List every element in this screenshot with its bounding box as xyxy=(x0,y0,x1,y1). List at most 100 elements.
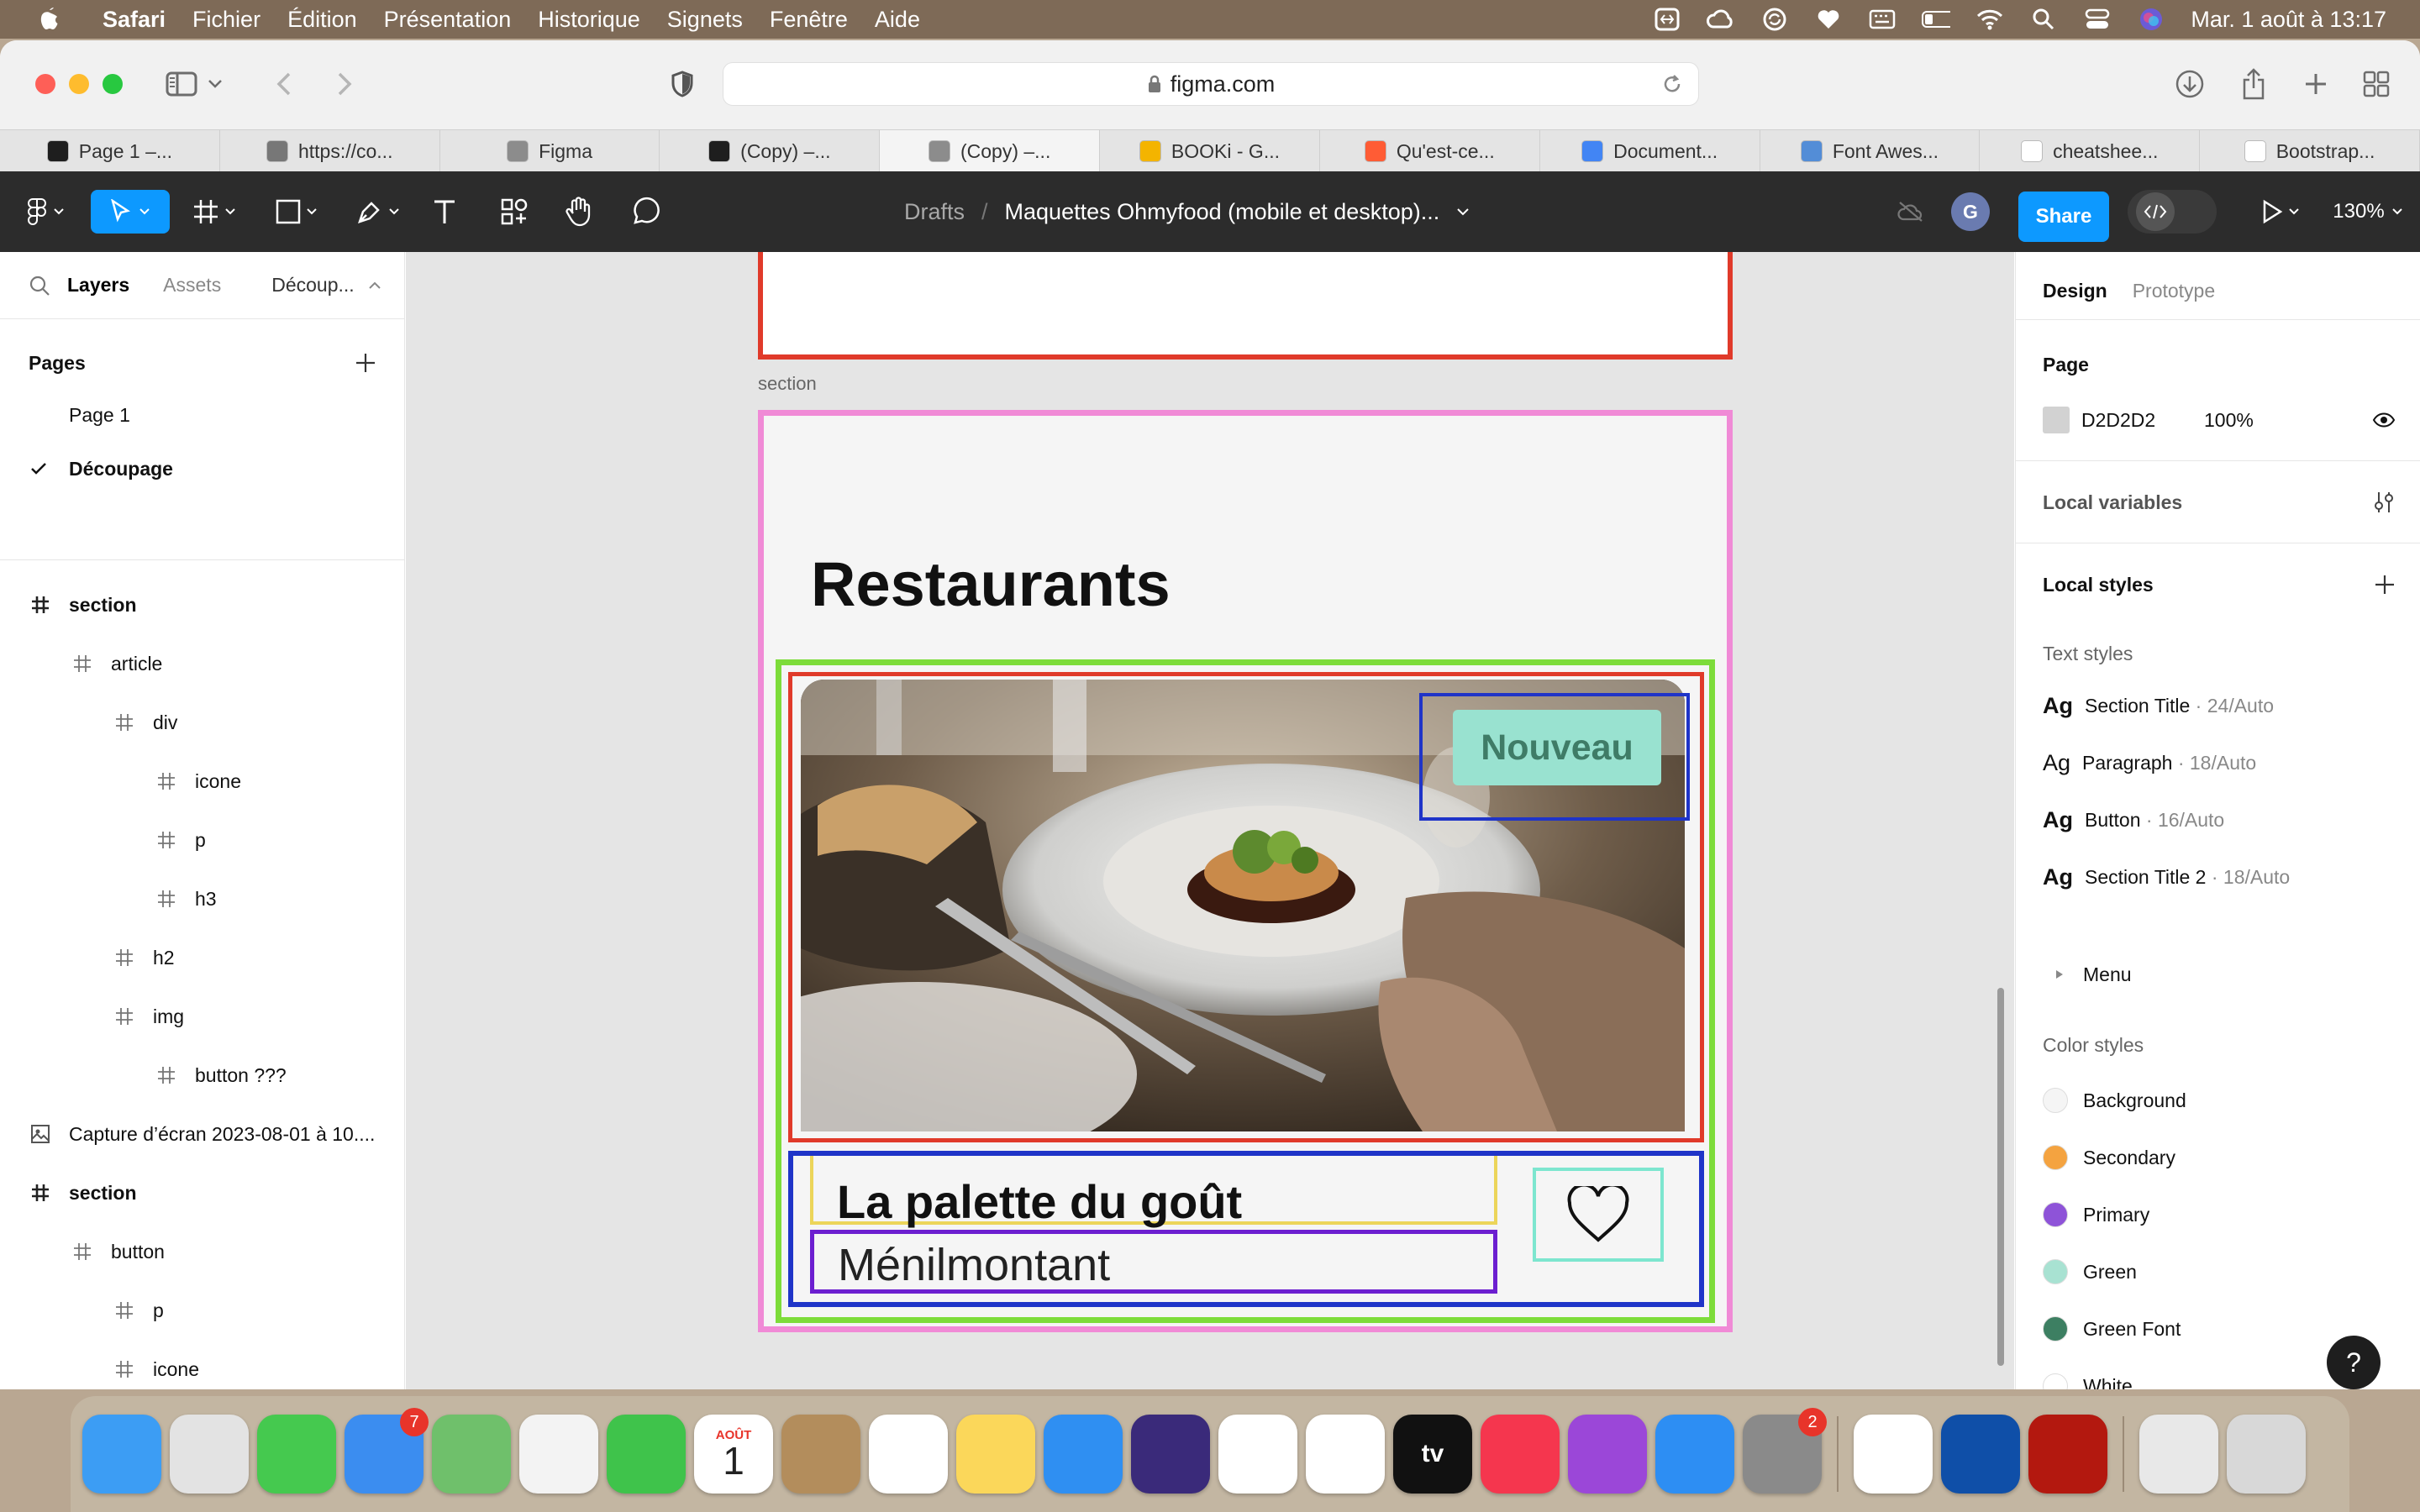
layer-row[interactable]: button ??? xyxy=(0,1048,405,1102)
chevron-up-icon[interactable] xyxy=(368,281,381,290)
frame-tool[interactable] xyxy=(183,190,245,234)
menu-style-group[interactable]: Menu xyxy=(2043,958,2396,991)
menu-fenetre[interactable]: Fenêtre xyxy=(756,7,861,33)
vs-code-app-icon[interactable] xyxy=(1306,1415,1385,1494)
apple-menu-icon[interactable] xyxy=(30,0,69,39)
heart-outline-icon[interactable] xyxy=(1566,1186,1630,1243)
breadcrumb-drafts[interactable]: Drafts xyxy=(904,199,965,225)
comment-tool[interactable] xyxy=(627,190,666,234)
browser-tab[interactable]: cheatshee... xyxy=(1980,130,2201,172)
apple-tv-app-icon[interactable]: tv xyxy=(1393,1415,1472,1494)
color-style-row[interactable]: Secondary xyxy=(2043,1141,2396,1174)
page-background-row[interactable]: D2D2D2 100% xyxy=(2043,403,2396,437)
shape-tool[interactable] xyxy=(267,190,326,234)
browser-tab[interactable]: Figma xyxy=(440,130,660,172)
share-button[interactable]: Share xyxy=(2018,192,2109,242)
variables-sliders-icon[interactable] xyxy=(2372,491,2396,514)
browser-tab[interactable]: Bootstrap... xyxy=(2200,130,2420,172)
photos-app-icon[interactable] xyxy=(519,1415,598,1494)
messages-app-icon[interactable] xyxy=(257,1415,336,1494)
sidebar-toggle-icon[interactable] xyxy=(165,66,224,102)
menu-aide[interactable]: Aide xyxy=(861,7,934,33)
sync-icon[interactable] xyxy=(1760,7,1789,32)
restaurant-name[interactable]: La palette du goût xyxy=(837,1174,1242,1229)
resources-tool[interactable] xyxy=(496,190,533,234)
layer-row[interactable]: icone xyxy=(0,1342,405,1389)
forward-arrow-icon[interactable] xyxy=(329,66,360,102)
mail-app-icon[interactable]: 7 xyxy=(345,1408,429,1494)
zoom-window-button[interactable] xyxy=(103,74,123,94)
section-frame[interactable]: Restaurants Nouveau La palette du goût M… xyxy=(758,410,1733,1332)
layer-row[interactable]: p xyxy=(0,813,405,867)
tab-layers[interactable]: Layers xyxy=(67,274,129,297)
notes-app-icon[interactable] xyxy=(956,1415,1035,1494)
plans-app-icon[interactable] xyxy=(432,1415,511,1494)
browser-tab[interactable]: Document... xyxy=(1540,130,1760,172)
firefox-app-icon[interactable] xyxy=(1131,1415,1210,1494)
browser-tab[interactable]: (Copy) –... xyxy=(660,130,881,172)
page-color-swatch[interactable] xyxy=(2043,407,2070,433)
button-frame[interactable]: Nouveau xyxy=(1419,693,1690,821)
restaurants-heading[interactable]: Restaurants xyxy=(811,549,1171,620)
privacy-shield-icon[interactable] xyxy=(667,66,697,102)
new-tab-icon[interactable] xyxy=(2297,66,2334,102)
battery-icon[interactable] xyxy=(1922,7,1951,32)
browser-tab[interactable]: BOOKi - G... xyxy=(1100,130,1320,172)
tab-design[interactable]: Design xyxy=(2043,280,2107,302)
layer-row[interactable]: button xyxy=(0,1225,405,1278)
layer-row[interactable]: article xyxy=(0,637,405,690)
layer-row[interactable]: img xyxy=(0,990,405,1043)
user-avatar[interactable]: G xyxy=(1951,190,1990,234)
current-page-selector[interactable]: Découp... xyxy=(271,274,354,297)
facetime-app-icon[interactable] xyxy=(607,1415,686,1494)
page-item-page-1[interactable]: Page 1 xyxy=(0,388,405,442)
minimize-window-button[interactable] xyxy=(69,74,89,94)
menu-edition[interactable]: Édition xyxy=(274,7,371,33)
layer-row[interactable]: section xyxy=(0,578,405,632)
text-style-row[interactable]: Ag Button · 16/Auto xyxy=(2043,803,2396,837)
article-frame[interactable]: Nouveau La palette du goût Ménilmontant xyxy=(776,659,1715,1323)
reload-icon[interactable] xyxy=(1661,73,1683,95)
hand-tool[interactable] xyxy=(560,190,598,234)
help-button[interactable]: ? xyxy=(2327,1336,2381,1389)
share-icon[interactable] xyxy=(2235,66,2272,102)
restaurant-location[interactable]: Ménilmontant xyxy=(838,1239,1110,1291)
menubar-datetime[interactable]: Mar. 1 août à 13:17 xyxy=(2191,7,2386,33)
browser-tab[interactable]: Font Awes... xyxy=(1760,130,1981,172)
text-style-row[interactable]: Ag Section Title 2 · 18/Auto xyxy=(2043,860,2396,894)
figma-canvas[interactable]: section Restaurants Nouveau La palette d… xyxy=(406,252,2014,1389)
add-style-icon[interactable] xyxy=(2374,574,2396,596)
layer-row[interactable]: div xyxy=(0,696,405,749)
p-frame[interactable]: Ménilmontant xyxy=(810,1230,1497,1294)
spotlight-search-icon[interactable] xyxy=(2029,7,2058,32)
browser-tab[interactable]: Page 1 –... xyxy=(0,130,220,172)
pen-tool[interactable] xyxy=(348,190,408,234)
launchpad-app-icon[interactable] xyxy=(170,1415,249,1494)
contacts-app-icon[interactable] xyxy=(781,1415,860,1494)
cloud-offline-icon[interactable] xyxy=(1896,190,1926,234)
acrobat-app-icon[interactable] xyxy=(2028,1415,2107,1494)
teamviewer-app-icon[interactable] xyxy=(1941,1415,2020,1494)
nouveau-badge[interactable]: Nouveau xyxy=(1453,710,1661,785)
zoom-menu[interactable]: 130% xyxy=(2328,190,2408,234)
telechargements-app-icon[interactable] xyxy=(2139,1415,2218,1494)
eye-visibility-icon[interactable] xyxy=(2372,412,2396,428)
move-tool[interactable] xyxy=(91,190,170,234)
icone-frame[interactable] xyxy=(1533,1168,1664,1262)
calendrier-app-icon[interactable]: AOÛT 1 xyxy=(694,1415,773,1494)
color-style-row[interactable]: Green xyxy=(2043,1255,2396,1289)
previous-section-frame[interactable] xyxy=(758,252,1733,360)
search-icon[interactable] xyxy=(29,275,50,297)
text-tool[interactable] xyxy=(427,190,462,234)
finder-app-icon[interactable] xyxy=(82,1415,161,1494)
dev-mode-toggle[interactable] xyxy=(2128,190,2217,234)
present-button[interactable] xyxy=(2254,190,2307,234)
heart-status-icon[interactable] xyxy=(1814,7,1843,32)
teamviewer-status-icon[interactable] xyxy=(1653,7,1681,32)
browser-tab[interactable]: https://co... xyxy=(220,130,440,172)
layer-row[interactable]: p xyxy=(0,1284,405,1337)
downloads-icon[interactable] xyxy=(2171,66,2208,102)
safari-app-icon[interactable] xyxy=(1044,1415,1123,1494)
img-frame[interactable]: Nouveau xyxy=(788,672,1704,1142)
page-color-hex[interactable]: D2D2D2 xyxy=(2081,409,2204,432)
